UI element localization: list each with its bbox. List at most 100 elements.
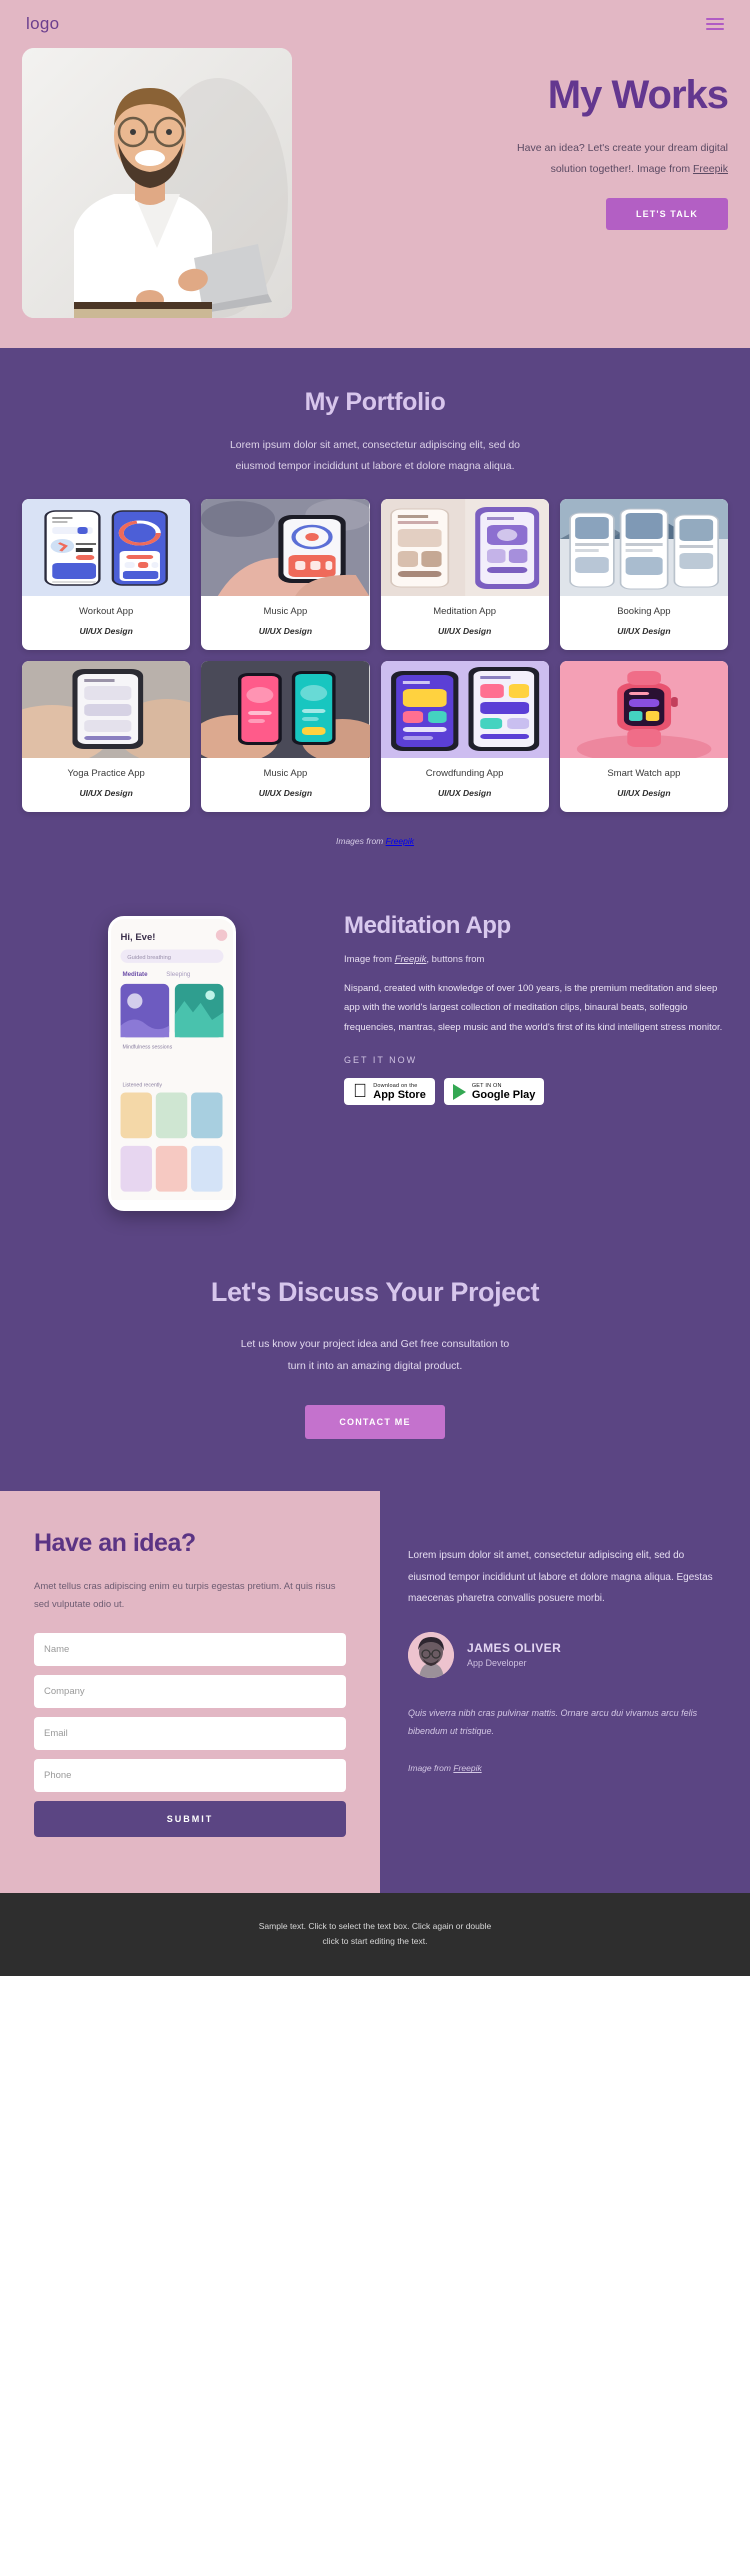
idea-title: Have an idea? [34,1529,196,1558]
get-it-now-label: GET IT NOW [344,1055,418,1066]
testimonial-credit-prefix: Image from [408,1763,454,1774]
discuss-title: Let's Discuss Your Project [210,1277,540,1307]
portfolio-card-body: Music App UI/UX Design [201,758,369,812]
footer-text-line1: Sample text. Click to select the text bo… [258,1921,492,1932]
idea-section: Have an idea? Amet tellus cras adipiscin… [0,1491,750,1894]
portfolio-card[interactable]: Music App UI/UX Design [201,661,370,812]
discuss-subtitle-line2: turn it into an amazing digital product. [287,1359,463,1372]
portfolio-card[interactable]: Booking App UI/UX Design [559,499,728,650]
svg-text:Guided breathing: Guided breathing [127,955,171,961]
portfolio-card-title: Booking App [617,606,671,617]
portfolio-card-body: Music App UI/UX Design [201,596,369,650]
footer: Sample text. Click to select the text bo… [0,1893,750,1976]
portfolio-card-image [559,499,728,596]
page-title: My Works [547,73,729,117]
svg-text:Mindfulness sessions: Mindfulness sessions [122,1045,172,1051]
portfolio-card-title: Music App [263,606,308,617]
contact-form-panel: Have an idea? Amet tellus cras adipiscin… [0,1491,380,1894]
hero-subtitle: Have an idea? Let's create your dream di… [310,138,728,180]
footer-text-line2: click to start editing the text. [322,1936,428,1947]
portfolio-card[interactable]: Crowdfunding App UI/UX Design [380,661,549,812]
portfolio-image-credit: Images from Freepik [22,812,728,856]
testimonial-name: JAMES OLIVER [467,1641,562,1656]
portfolio-grid-row-2: Yoga Practice App UI/UX Design Music App… [22,661,728,812]
google-play-icon [452,1083,466,1100]
phone-input[interactable] [34,1759,346,1793]
app-store-big-label: App Store [359,1088,426,1101]
portfolio-card-title: Meditation App [433,606,497,617]
testimonial-image-credit: Image from Freepik [408,1763,722,1773]
meditation-phone-mockup: Hi, Eve! Guided breathing Meditate Sleep… [108,916,236,1211]
discuss-section: Let's Discuss Your Project Let us know y… [0,1251,750,1492]
portfolio-card[interactable]: Workout App UI/UX Design [22,499,191,650]
svg-text:Sleeping: Sleeping [166,971,191,978]
portfolio-card-category: UI/UX Design [617,626,671,636]
portfolio-card-category: UI/UX Design [258,626,313,636]
portfolio-card-category: UI/UX Design [258,788,313,798]
portfolio-card-body: Smart Watch app UI/UX Design [560,758,728,812]
freepik-link-testimonial[interactable]: Freepik [453,1763,481,1773]
portfolio-card[interactable]: Music App UI/UX Design [201,499,370,650]
meditation-body: Nispand, created with knowledge of over … [344,983,723,1033]
testimonial-note: Quis viverra nibh cras pulvinar mattis. … [408,1707,698,1737]
portfolio-card-image [201,661,370,758]
meditation-phone-wrap: Hi, Eve! Guided breathing Meditate Sleep… [22,906,322,1211]
hero-subtitle-line2: solution together!. Image from [550,163,693,175]
portfolio-card-image [380,499,549,596]
discuss-subtitle: Let us know your project idea and Get fr… [22,1334,728,1377]
idea-subtitle: Amet tellus cras adipiscing enim eu turp… [34,1581,336,1610]
portfolio-section: My Portfolio Lorem ipsum dolor sit amet,… [0,348,750,876]
app-store-button[interactable]:  Download on the App Store [344,1078,435,1106]
freepik-link-hero[interactable]: Freepik [693,163,728,175]
svg-text:Listened recently: Listened recently [122,1083,162,1089]
company-input[interactable] [34,1675,346,1709]
hero-section: logo My Works Have an idea? Let's create… [0,0,750,348]
name-input[interactable] [34,1633,346,1667]
portfolio-grid-row-1: Workout App UI/UX Design Music App UI/UX… [22,499,728,650]
portfolio-card-body: Workout App UI/UX Design [22,596,190,650]
portfolio-card-category: UI/UX Design [437,788,492,798]
testimonial-person-info: JAMES OLIVER App Developer [467,1641,561,1668]
contact-me-button[interactable]: CONTACT ME [305,1405,445,1440]
portfolio-card-title: Smart Watch app [607,768,681,779]
navbar: logo [0,0,750,48]
portfolio-subtitle: Lorem ipsum dolor sit amet, consectetur … [140,435,610,477]
portfolio-card-category: UI/UX Design [79,788,133,798]
portfolio-card-body: Crowdfunding App UI/UX Design [381,758,549,812]
svg-text:Meditate: Meditate [122,971,148,978]
portfolio-card[interactable]: Meditation App UI/UX Design [380,499,549,650]
portfolio-card-image [201,499,370,596]
portfolio-card-image [22,661,191,758]
email-input[interactable] [34,1717,346,1751]
portfolio-card-image [380,661,549,758]
hero-text: My Works Have an idea? Let's create your… [292,48,729,230]
lets-talk-button[interactable]: LET'S TALK [606,198,728,230]
hero-body: My Works Have an idea? Let's create your… [0,48,750,318]
logo[interactable]: logo [26,14,59,34]
portfolio-card-image [559,661,728,758]
google-play-button[interactable]: GET IN ON Google Play [443,1078,545,1106]
submit-button[interactable]: SUBMIT [34,1801,346,1838]
testimonial-panel: Lorem ipsum dolor sit amet, consectetur … [380,1491,750,1893]
portfolio-card-body: Booking App UI/UX Design [560,596,728,650]
portfolio-card-title: Workout App [79,606,134,617]
freepik-link-meditation[interactable]: Freepik [395,954,427,965]
portfolio-card-category: UI/UX Design [437,626,492,636]
google-play-big-label: Google Play [457,1088,536,1101]
freepik-link-portfolio[interactable]: Freepik [386,836,414,846]
meditation-credit: Image from Freepik, buttons from [344,954,728,965]
hamburger-menu-icon[interactable] [706,18,724,30]
portfolio-subtitle-line2: eiusmod tempor incididunt ut labore et d… [235,460,515,472]
portfolio-card[interactable]: Yoga Practice App UI/UX Design [22,661,191,812]
testimonial-person: JAMES OLIVER App Developer [408,1631,722,1678]
portfolio-card-title: Yoga Practice App [67,768,145,779]
footer-text[interactable]: Sample text. Click to select the text bo… [20,1919,730,1950]
portfolio-card-category: UI/UX Design [79,626,133,636]
portfolio-card-image [22,499,191,596]
hero-subtitle-line1: Have an idea? Let's create your dream di… [517,142,728,154]
portfolio-subtitle-line1: Lorem ipsum dolor sit amet, consectetur … [229,439,521,451]
portfolio-card-body: Yoga Practice App UI/UX Design [22,758,190,812]
meditation-text: Meditation App Image from Freepik, butto… [344,906,728,1106]
portfolio-card[interactable]: Smart Watch app UI/UX Design [559,661,728,812]
meditation-title: Meditation App [344,912,511,939]
